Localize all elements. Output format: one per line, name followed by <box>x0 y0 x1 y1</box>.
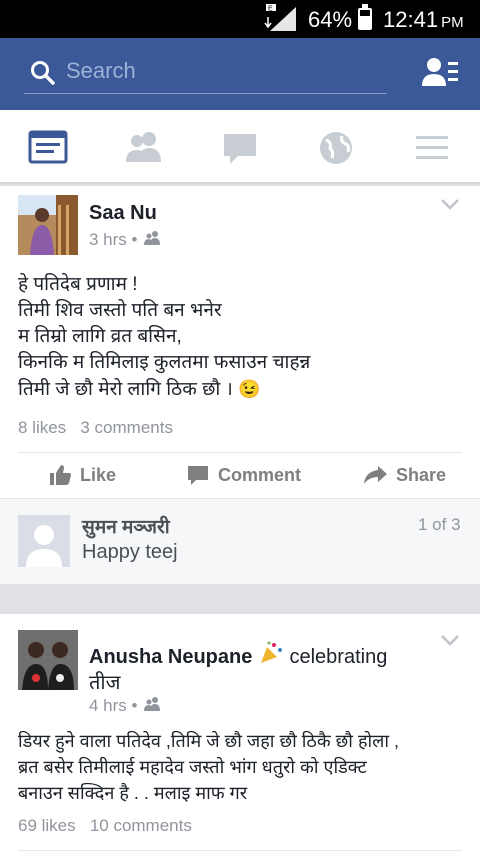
like-button[interactable]: Like <box>48 458 116 492</box>
avatar[interactable] <box>18 515 70 567</box>
clock: 12:41 PM <box>383 7 464 32</box>
post-text: डियर हुने वाला पतिदेव ,तिमि जे छौ जहा छौ… <box>18 731 400 803</box>
party-popper-icon <box>260 641 282 663</box>
top-bar <box>0 38 480 110</box>
tab-menu[interactable] <box>410 126 454 170</box>
comment-icon <box>188 466 208 485</box>
chevron-down-icon[interactable] <box>440 198 460 210</box>
wink-emoji: 😉 <box>238 379 261 399</box>
friends-privacy-icon <box>144 231 161 245</box>
chevron-down-icon[interactable] <box>440 634 460 646</box>
battery-icon <box>358 4 372 30</box>
post-time: 3 hrs • <box>89 230 162 250</box>
tab-bar <box>0 110 480 184</box>
battery-percent: 64% <box>308 7 353 32</box>
post-time: 4 hrs • <box>89 696 162 716</box>
friends-privacy-icon <box>144 697 161 711</box>
comment-preview[interactable]: सुमन मञ्जरी Happy teej 1 of 3 <box>0 498 480 584</box>
tab-messages[interactable] <box>218 126 262 170</box>
tab-friends[interactable] <box>122 126 166 170</box>
avatar[interactable] <box>18 630 78 690</box>
post-card: Saa Nu 3 hrs • हे पतिदेब प्रणाम ! तिमी श… <box>0 186 480 498</box>
like-icon <box>50 465 71 485</box>
friend-requests-icon[interactable] <box>420 56 460 92</box>
tab-notifications[interactable] <box>314 126 358 170</box>
activity-text: celebrating <box>289 646 388 668</box>
svg-text:E: E <box>268 6 273 13</box>
post-card: Anusha Neupane celebrating तीज 4 hrs • ड… <box>0 614 480 854</box>
avatar[interactable] <box>18 195 78 255</box>
post-author[interactable]: Anusha Neupane <box>89 646 252 668</box>
post-counts[interactable]: 69 likes 10 comments <box>18 816 192 836</box>
share-icon <box>364 466 387 484</box>
feed-separator <box>0 584 480 614</box>
messages-icon <box>224 134 256 164</box>
tab-news-feed[interactable] <box>26 126 70 170</box>
activity-target[interactable]: तीज <box>89 668 120 695</box>
signal-icon: E <box>264 4 296 31</box>
friends-icon <box>126 132 161 162</box>
post-text: हे पतिदेब प्रणाम ! तिमी शिव जस्तो पति बन… <box>18 274 311 400</box>
comment-text: Happy teej <box>82 541 178 563</box>
search-box[interactable] <box>24 52 387 94</box>
post-counts[interactable]: 8 likes 3 comments <box>18 418 173 438</box>
comment-author[interactable]: सुमन मञ्जरी <box>82 513 170 539</box>
post-author[interactable]: Saa Nu <box>89 202 157 225</box>
search-icon <box>31 61 55 85</box>
comment-button[interactable]: Comment <box>186 458 301 492</box>
share-button[interactable]: Share <box>362 458 446 492</box>
post-header: Anusha Neupane celebrating <box>89 641 387 669</box>
search-input[interactable] <box>66 56 366 86</box>
comment-pager: 1 of 3 <box>418 515 461 534</box>
menu-icon <box>416 136 448 159</box>
status-bar: E 64% 12:41 PM <box>0 0 480 38</box>
